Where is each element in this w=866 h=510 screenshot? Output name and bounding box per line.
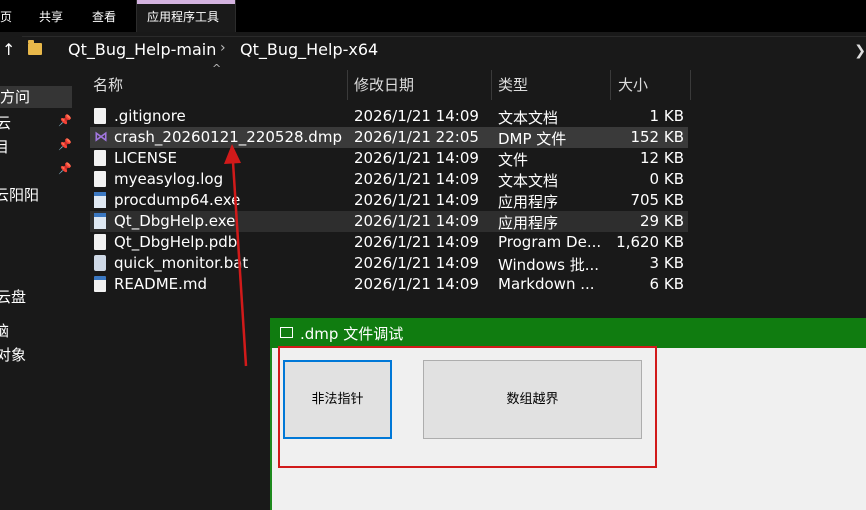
arrow-line [231,161,248,367]
dialog-title: .dmp 文件调试 [300,325,404,343]
dialog-border [270,348,272,510]
dialog-title-bar[interactable]: .dmp 文件调试 [270,318,866,348]
arrow-head [224,144,241,164]
window-icon [280,327,293,338]
out-of-bounds-button[interactable]: 数组越界 [423,360,642,439]
out-of-bounds-label: 数组越界 [506,392,559,407]
null-pointer-button[interactable]: 非法指针 [283,360,392,439]
null-pointer-label: 非法指针 [311,392,364,407]
